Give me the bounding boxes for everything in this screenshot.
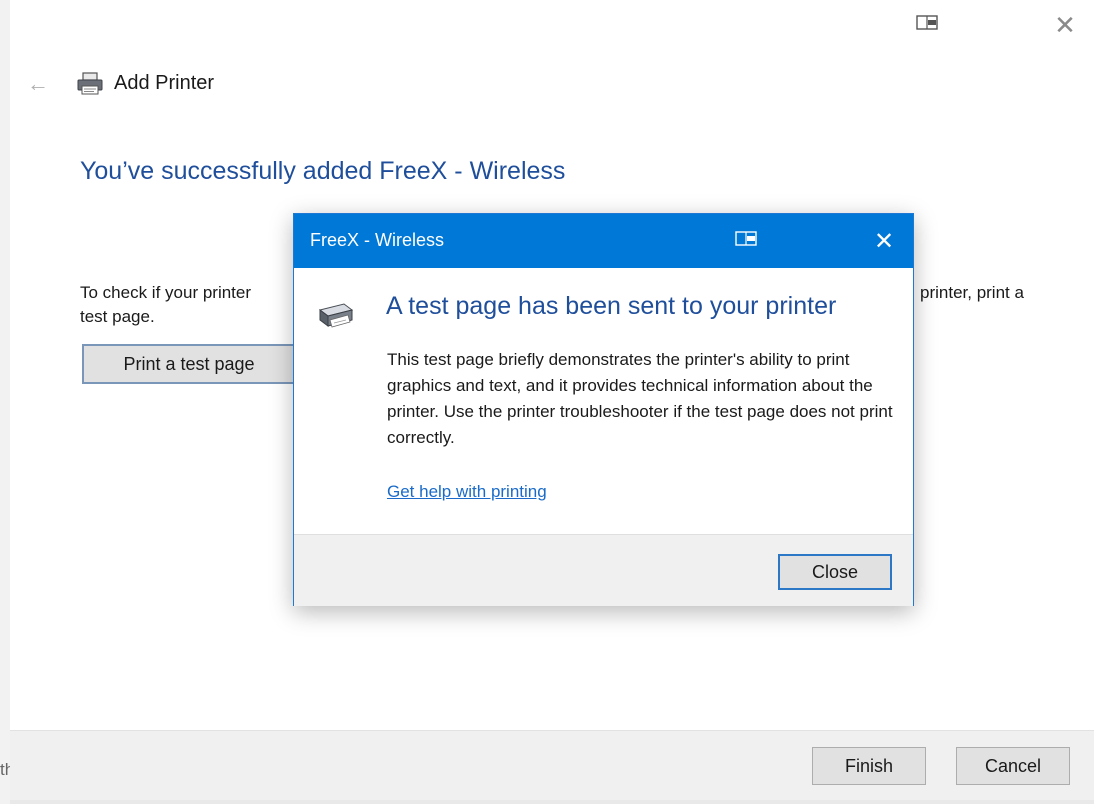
dialog-titlebar: FreeX - Wireless ✕ — [294, 214, 913, 268]
snap-layout-icon[interactable] — [915, 14, 941, 32]
dialog-title: FreeX - Wireless — [310, 230, 445, 250]
get-help-link[interactable]: Get help with printing — [387, 482, 547, 502]
close-icon[interactable]: ✕ — [869, 226, 899, 256]
dialog-close-button[interactable]: Close — [778, 554, 892, 590]
dialog-heading: A test page has been sent to your printe… — [386, 292, 837, 320]
printer-icon — [316, 296, 356, 330]
check-instructions-line-1: To check if your printer — [80, 283, 252, 302]
finish-button[interactable]: Finish — [812, 747, 926, 785]
screen: th ✕ ← Add Printer You’ve successfully a… — [0, 0, 1094, 804]
window-title: Add Printer — [114, 72, 215, 94]
background-window-bottom-edge — [10, 800, 1094, 804]
check-instructions-line-2: test page. — [80, 307, 155, 326]
cancel-button[interactable]: Cancel — [956, 747, 1070, 785]
test-page-dialog: FreeX - Wireless ✕ A test page has been … — [293, 213, 914, 606]
snap-layout-icon[interactable] — [734, 230, 760, 248]
back-arrow-icon[interactable]: ← — [24, 70, 52, 98]
close-icon[interactable]: ✕ — [1050, 12, 1080, 38]
print-test-page-button[interactable]: Print a test page — [82, 344, 296, 384]
dialog-body-text: This test page briefly demonstrates the … — [387, 350, 893, 447]
success-heading: You’ve successfully added FreeX - Wirele… — [80, 157, 566, 185]
printer-icon — [76, 72, 104, 96]
wizard-footer — [10, 730, 1094, 801]
check-instructions-text: To check if your printer test page. — [80, 281, 300, 329]
check-instructions-text-right: printer, print a — [920, 283, 1024, 302]
